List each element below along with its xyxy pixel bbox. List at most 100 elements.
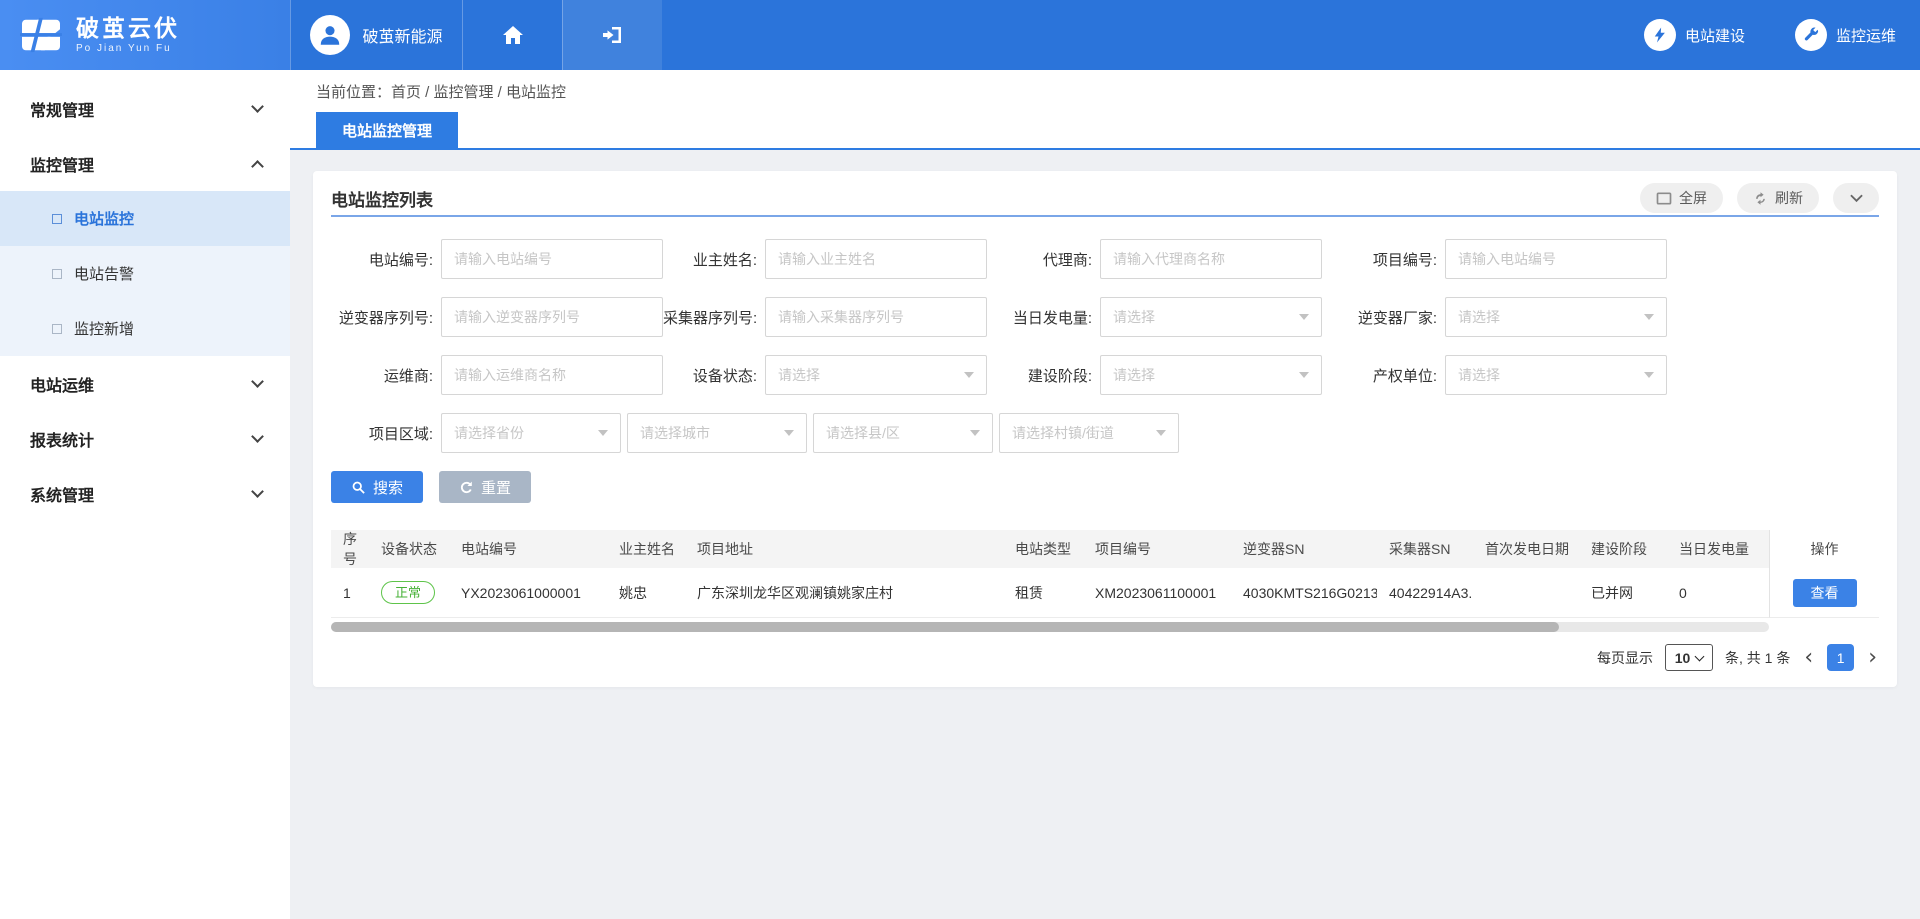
project-code-input[interactable]: [1445, 239, 1667, 279]
home-button[interactable]: [462, 0, 562, 70]
table-row[interactable]: 1 正常 YX2023061000001 姚忠 广东深圳龙华区观澜镇姚家庄村 租…: [331, 568, 1879, 618]
nav-label: 电站建设: [1685, 25, 1745, 46]
inverter-vendor-select[interactable]: 请选择: [1445, 297, 1667, 337]
refresh-icon: [1753, 191, 1768, 206]
user-name: 破茧新能源: [362, 23, 442, 47]
col-first-power-date: 首次发电日期: [1473, 530, 1579, 568]
select-placeholder: 请选择: [1458, 307, 1500, 327]
chevron-down-icon: [251, 375, 264, 388]
search-button[interactable]: 搜索: [331, 471, 423, 503]
caret-down-icon: [1299, 372, 1309, 378]
reset-label: 重置: [481, 477, 511, 498]
owner-name-input[interactable]: [765, 239, 987, 279]
field-label: 业主姓名:: [663, 249, 757, 270]
cell-station-code: YX2023061000001: [449, 568, 607, 618]
sidebar-item-station-ops[interactable]: 电站运维: [0, 356, 290, 411]
station-code-input[interactable]: [441, 239, 663, 279]
sidebar-item-monitor-add[interactable]: 监控新增: [0, 301, 290, 356]
tab-station-monitor-mgmt[interactable]: 电站监控管理: [316, 112, 458, 148]
next-page-button[interactable]: ›: [1866, 647, 1879, 669]
lightning-icon: [1644, 19, 1676, 51]
field-label: 设备状态:: [663, 365, 757, 386]
app-logo[interactable]: 破茧云伏 Po Jian Yun Fu: [0, 0, 290, 70]
square-bullet-icon: [52, 214, 62, 224]
cell-first-power-date: [1473, 568, 1579, 618]
search-icon: [351, 480, 366, 495]
per-page-label: 每页显示: [1597, 648, 1653, 668]
caret-down-icon: [1644, 372, 1654, 378]
select-placeholder: 请选择县/区: [826, 423, 900, 443]
select-placeholder: 请选择省份: [454, 423, 524, 443]
collapse-button[interactable]: [1833, 183, 1879, 213]
header-spacer: [662, 0, 1644, 70]
nav-monitoring-ops[interactable]: 监控运维: [1795, 0, 1896, 70]
cell-owner-name: 姚忠: [607, 568, 685, 618]
col-address: 项目地址: [685, 530, 1003, 568]
logo-icon: [18, 16, 64, 54]
col-device-status: 设备状态: [369, 530, 449, 568]
field-label: 运维商:: [331, 365, 433, 386]
caret-down-icon: [598, 430, 608, 436]
select-placeholder: 请选择: [1113, 307, 1155, 327]
ops-vendor-input[interactable]: [441, 355, 663, 395]
select-placeholder: 请选择: [778, 365, 820, 385]
menu-label: 系统管理: [30, 482, 94, 506]
logout-icon: [601, 23, 625, 47]
station-table: 序号 设备状态 电站编号 业主姓名 项目地址 电站类型 项目编号 逆变器SN 采…: [331, 530, 1879, 618]
city-select[interactable]: 请选择城市: [627, 413, 807, 453]
sidebar-item-report-stats[interactable]: 报表统计: [0, 411, 290, 466]
fullscreen-button[interactable]: 全屏: [1640, 183, 1723, 213]
top-bar: 破茧云伏 Po Jian Yun Fu 破茧新能源: [0, 0, 1920, 70]
caret-down-icon: [784, 430, 794, 436]
collector-sn-input[interactable]: [765, 297, 987, 337]
cell-collector-sn: 40422914A3...: [1377, 568, 1473, 618]
sidebar-item-station-alarm[interactable]: 电站告警: [0, 246, 290, 301]
sidebar-item-station-monitor[interactable]: 电站监控: [0, 191, 290, 246]
chevron-down-icon: [1850, 194, 1863, 203]
agent-input[interactable]: [1100, 239, 1322, 279]
horizontal-scrollbar[interactable]: [331, 622, 1769, 632]
col-owner-name: 业主姓名: [607, 530, 685, 568]
breadcrumb-prefix: 当前位置：: [316, 81, 391, 102]
daily-power-select[interactable]: 请选择: [1100, 297, 1322, 337]
select-placeholder: 请选择城市: [640, 423, 710, 443]
device-status-select[interactable]: 请选择: [765, 355, 987, 395]
field-label: 项目编号:: [1322, 249, 1437, 270]
col-collector-sn: 采集器SN: [1377, 530, 1473, 568]
sidebar-item-monitor-mgmt[interactable]: 监控管理: [0, 136, 290, 191]
cell-index: 1: [331, 568, 369, 618]
logo-title: 破茧云伏: [76, 16, 180, 41]
page-1-button[interactable]: 1: [1827, 644, 1854, 671]
sidebar-item-system-mgmt[interactable]: 系统管理: [0, 466, 290, 521]
table-header-row: 序号 设备状态 电站编号 业主姓名 项目地址 电站类型 项目编号 逆变器SN 采…: [331, 530, 1879, 568]
logout-button[interactable]: [562, 0, 662, 70]
town-select[interactable]: 请选择村镇/街道: [999, 413, 1179, 453]
avatar: [310, 15, 350, 55]
field-label: 项目区域:: [331, 423, 433, 444]
view-button[interactable]: 查看: [1793, 579, 1857, 607]
prev-page-button[interactable]: ‹: [1802, 647, 1815, 669]
monitor-submenu: 电站监控 电站告警 监控新增: [0, 191, 290, 356]
county-select[interactable]: 请选择县/区: [813, 413, 993, 453]
scrollbar-thumb[interactable]: [331, 622, 1559, 632]
user-menu[interactable]: 破茧新能源: [290, 0, 462, 70]
user-icon: [317, 22, 343, 48]
station-monitor-card: 电站监控列表 全屏 刷新: [313, 171, 1897, 687]
square-bullet-icon: [52, 324, 62, 334]
col-inverter-sn: 逆变器SN: [1231, 530, 1377, 568]
breadcrumb-path[interactable]: 首页 / 监控管理 / 电站监控: [391, 81, 566, 102]
field-label: 代理商:: [987, 249, 1092, 270]
build-stage-select[interactable]: 请选择: [1100, 355, 1322, 395]
province-select[interactable]: 请选择省份: [441, 413, 621, 453]
reset-button[interactable]: 重置: [439, 471, 531, 503]
inverter-sn-input[interactable]: [441, 297, 663, 337]
caret-down-icon: [964, 372, 974, 378]
field-label: 逆变器厂家:: [1322, 307, 1437, 328]
sidebar-item-general-mgmt[interactable]: 常规管理: [0, 81, 290, 136]
refresh-button[interactable]: 刷新: [1737, 183, 1819, 213]
refresh-label: 刷新: [1775, 188, 1803, 208]
nav-station-construction[interactable]: 电站建设: [1644, 0, 1745, 70]
property-unit-select[interactable]: 请选择: [1445, 355, 1667, 395]
per-page-select[interactable]: 10: [1665, 644, 1713, 671]
cell-address: 广东深圳龙华区观澜镇姚家庄村: [685, 568, 1003, 618]
